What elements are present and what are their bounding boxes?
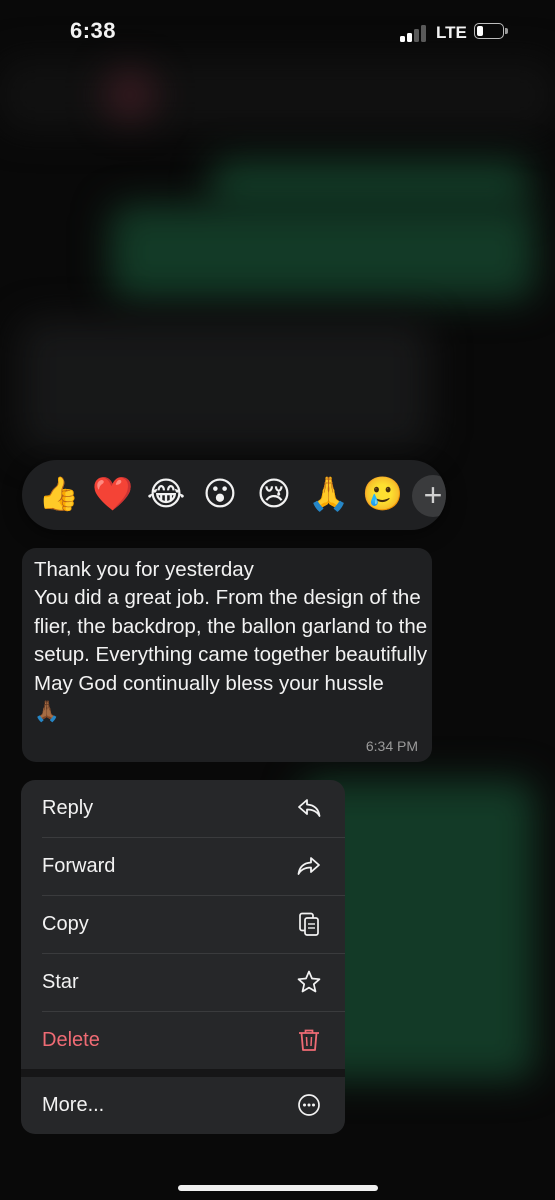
menu-item-label: Star — [42, 971, 79, 993]
menu-item-copy[interactable]: Copy — [21, 896, 345, 953]
menu-item-label: Copy — [42, 913, 89, 935]
menu-item-label: More... — [42, 1094, 105, 1116]
network-type: LTE — [436, 23, 467, 42]
menu-item-forward[interactable]: Forward — [21, 838, 345, 895]
menu-item-label: Forward — [42, 855, 116, 877]
reaction-praying-hands[interactable]: 🙏 — [308, 474, 349, 514]
menu-item-star[interactable]: Star — [21, 954, 345, 1011]
trash-icon — [295, 1026, 323, 1054]
menu-item-delete[interactable]: Delete — [21, 1012, 345, 1069]
reaction-heart[interactable]: ❤️ — [92, 474, 133, 514]
menu-item-more[interactable]: More... — [21, 1077, 345, 1134]
forward-icon — [295, 852, 323, 880]
reaction-surprised[interactable]: 😮 — [200, 474, 240, 514]
reaction-smiling-tear[interactable]: 🥲 — [362, 474, 403, 514]
reaction-thumbs-up[interactable]: 👍 — [38, 474, 79, 514]
status-time: 6:38 — [70, 18, 117, 43]
menu-item-label: Delete — [42, 1029, 100, 1051]
selected-message-bubble: Thank you for yesterday You did a great … — [22, 548, 432, 762]
reaction-crying[interactable]: 😢 — [254, 474, 294, 514]
cellular-signal-icon — [400, 24, 430, 42]
reply-icon — [295, 794, 323, 822]
reaction-laughing[interactable]: 😂 — [146, 474, 186, 514]
home-indicator[interactable] — [178, 1185, 378, 1191]
menu-item-label: Reply — [42, 797, 94, 819]
message-text: Thank you for yesterday You did a great … — [34, 558, 428, 724]
status-bar: 6:38 LTE — [0, 0, 555, 64]
message-timestamp: 6:34 PM — [365, 738, 418, 754]
message-context-menu: Reply Forward Copy Star Delete More... — [21, 780, 345, 1134]
battery-icon — [474, 23, 508, 40]
reaction-picker: 👍 ❤️ 😂 😮 😢 🙏 🥲 + — [22, 460, 446, 530]
menu-item-reply[interactable]: Reply — [21, 780, 345, 837]
copy-icon — [295, 910, 323, 938]
add-reaction-button[interactable]: + — [412, 475, 446, 517]
star-icon — [295, 968, 323, 996]
more-icon — [295, 1091, 323, 1119]
